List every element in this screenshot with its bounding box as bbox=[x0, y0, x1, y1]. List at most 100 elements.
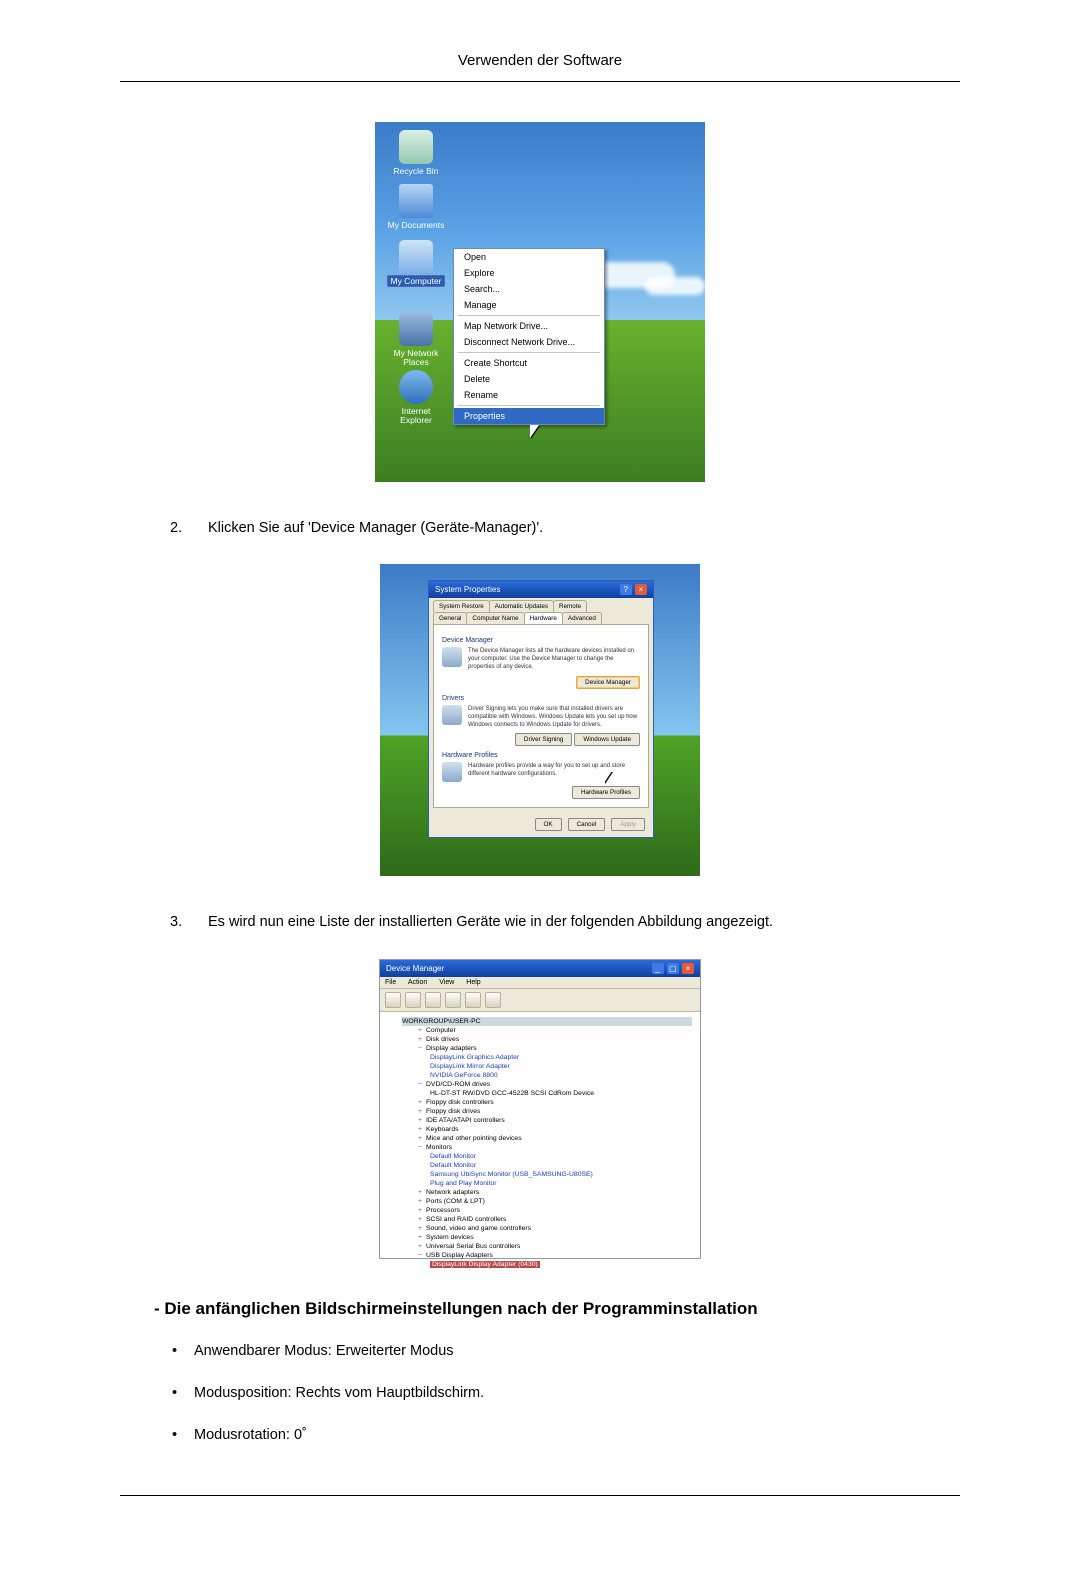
minimize-button[interactable]: _ bbox=[652, 963, 664, 974]
toolbar-refresh-icon[interactable] bbox=[465, 992, 481, 1008]
tree-floppy-ctrl[interactable]: +Floppy disk controllers bbox=[416, 1098, 692, 1107]
menu-item-create-shortcut[interactable]: Create Shortcut bbox=[454, 355, 604, 371]
tree-item[interactable]: HL-DT-ST RW/DVD GCC-4522B SCSI CdRom Dev… bbox=[430, 1089, 692, 1098]
tree-computer[interactable]: +Computer bbox=[416, 1026, 692, 1035]
folder-icon bbox=[399, 184, 433, 218]
menu-action[interactable]: Action bbox=[408, 979, 427, 986]
tree-dvd[interactable]: −DVD/CD-ROM drives bbox=[416, 1080, 692, 1089]
windows-update-button[interactable]: Windows Update bbox=[574, 733, 640, 746]
tree-usb-ctrl[interactable]: +Universal Serial Bus controllers bbox=[416, 1242, 692, 1251]
tab-advanced[interactable]: Advanced bbox=[562, 612, 602, 624]
hardware-profiles-button[interactable]: Hardware Profiles bbox=[572, 786, 640, 799]
icon-internet-explorer: Internet Explorer bbox=[385, 370, 447, 426]
tree-item[interactable]: DisplayLink Graphics Adapter bbox=[430, 1053, 692, 1062]
tab-general[interactable]: General bbox=[433, 612, 467, 624]
tree-system[interactable]: +System devices bbox=[416, 1233, 692, 1242]
screenshot-system-properties: System Properties ? × System Restore Aut… bbox=[380, 564, 700, 876]
menu-view[interactable]: View bbox=[439, 979, 454, 986]
icon-my-documents: My Documents bbox=[385, 184, 447, 230]
tree-floppy[interactable]: +Floppy disk drives bbox=[416, 1107, 692, 1116]
tree-item-selected[interactable]: DisplayLink Display Adapter (0430) bbox=[430, 1260, 692, 1269]
icon-label: My Network Places bbox=[394, 348, 439, 367]
apply-button[interactable]: Apply bbox=[611, 818, 645, 831]
tab-remote[interactable]: Remote bbox=[553, 600, 587, 612]
ie-icon bbox=[399, 370, 433, 404]
device-manager-title-text: Device Manager bbox=[386, 964, 444, 973]
tree-item[interactable]: Plug and Play Monitor bbox=[430, 1179, 692, 1188]
tree-item[interactable]: Default Monitor bbox=[430, 1152, 692, 1161]
icon-my-computer: My Computer bbox=[385, 240, 447, 286]
menu-item-map-drive[interactable]: Map Network Drive... bbox=[454, 318, 604, 334]
tree-item[interactable]: NVIDIA GeForce 8800 bbox=[430, 1071, 692, 1080]
close-button[interactable]: × bbox=[682, 963, 694, 974]
icon-recycle-bin: Recycle Bin bbox=[385, 130, 447, 176]
drivers-icon bbox=[442, 705, 462, 725]
tree-scsi[interactable]: +SCSI and RAID controllers bbox=[416, 1215, 692, 1224]
tree-ide[interactable]: +IDE ATA/ATAPI controllers bbox=[416, 1116, 692, 1125]
cancel-button[interactable]: Cancel bbox=[568, 818, 606, 831]
hardware-profiles-icon bbox=[442, 762, 462, 782]
driver-signing-button[interactable]: Driver Signing bbox=[515, 733, 573, 746]
menu-separator bbox=[458, 315, 600, 316]
tab-hardware[interactable]: Hardware bbox=[524, 612, 563, 624]
step-number: 3. bbox=[170, 912, 190, 932]
close-button[interactable]: × bbox=[635, 584, 647, 595]
toolbar-back-icon[interactable] bbox=[385, 992, 401, 1008]
menu-separator bbox=[458, 352, 600, 353]
step-text: Klicken Sie auf 'Device Manager (Geräte-… bbox=[208, 518, 543, 538]
device-tree: WORKGROUP\USER-PC +Computer +Disk drives… bbox=[380, 1012, 700, 1274]
section-drivers-title: Drivers bbox=[442, 695, 640, 702]
icon-label: Recycle Bin bbox=[394, 166, 439, 176]
tab-strip: System Restore Automatic Updates Remote … bbox=[429, 598, 653, 624]
tree-disk-drives[interactable]: +Disk drives bbox=[416, 1035, 692, 1044]
dialog-title-text: System Properties bbox=[435, 585, 500, 594]
tree-usb-display[interactable]: −USB Display Adapters bbox=[416, 1251, 692, 1260]
menu-item-delete[interactable]: Delete bbox=[454, 371, 604, 387]
page-title: Verwenden der Software bbox=[120, 40, 960, 82]
menu-item-explore[interactable]: Explore bbox=[454, 265, 604, 281]
menu-file[interactable]: File bbox=[385, 979, 396, 986]
tree-processors[interactable]: +Processors bbox=[416, 1206, 692, 1215]
footer-rule bbox=[120, 1495, 960, 1496]
section-heading: - Die anfänglichen Bildschirmeinstellung… bbox=[154, 1299, 960, 1319]
recycle-bin-icon bbox=[399, 130, 433, 164]
menu-item-properties[interactable]: Properties bbox=[454, 408, 604, 424]
menu-separator bbox=[458, 405, 600, 406]
tree-display-adapters[interactable]: −Display adapters bbox=[416, 1044, 692, 1053]
tab-system-restore[interactable]: System Restore bbox=[433, 600, 490, 612]
tree-network[interactable]: +Network adapters bbox=[416, 1188, 692, 1197]
tree-item[interactable]: Default Monitor bbox=[430, 1161, 692, 1170]
toolbar-properties-icon[interactable] bbox=[485, 992, 501, 1008]
tree-root[interactable]: WORKGROUP\USER-PC bbox=[402, 1017, 692, 1026]
menu-item-manage[interactable]: Manage bbox=[454, 297, 604, 313]
maximize-button[interactable]: ▢ bbox=[667, 963, 679, 974]
menu-item-open[interactable]: Open bbox=[454, 249, 604, 265]
step-3: 3. Es wird nun eine Liste der installier… bbox=[170, 912, 960, 932]
cursor-icon bbox=[604, 771, 616, 787]
ok-button[interactable]: OK bbox=[535, 818, 562, 831]
tree-ports[interactable]: +Ports (COM & LPT) bbox=[416, 1197, 692, 1206]
toolbar-forward-icon[interactable] bbox=[405, 992, 421, 1008]
tree-monitors[interactable]: −Monitors bbox=[416, 1143, 692, 1152]
tree-mice[interactable]: +Mice and other pointing devices bbox=[416, 1134, 692, 1143]
tree-item[interactable]: DisplayLink Mirror Adapter bbox=[430, 1062, 692, 1071]
toolbar-view-icon[interactable] bbox=[425, 992, 441, 1008]
toolbar-print-icon[interactable] bbox=[445, 992, 461, 1008]
tree-sound[interactable]: +Sound, video and game controllers bbox=[416, 1224, 692, 1233]
menu-item-rename[interactable]: Rename bbox=[454, 387, 604, 403]
icon-network-places: My Network Places bbox=[385, 312, 447, 368]
menu-item-disconnect-drive[interactable]: Disconnect Network Drive... bbox=[454, 334, 604, 350]
tab-computer-name[interactable]: Computer Name bbox=[466, 612, 524, 624]
menu-help[interactable]: Help bbox=[466, 979, 480, 986]
device-manager-button[interactable]: Device Manager bbox=[576, 676, 640, 689]
screenshot-desktop-context-menu: Recycle Bin My Documents My Computer My … bbox=[375, 122, 705, 482]
menubar: File Action View Help bbox=[380, 977, 700, 989]
tree-item[interactable]: Samsung UbiSync Monitor (USB_SAMSUNG-U80… bbox=[430, 1170, 692, 1179]
section-hardware-profiles-title: Hardware Profiles bbox=[442, 752, 640, 759]
bullet-item: Modusposition: Rechts vom Hauptbildschir… bbox=[194, 1385, 960, 1427]
menu-item-search[interactable]: Search... bbox=[454, 281, 604, 297]
drivers-desc: Driver Signing lets you make sure that i… bbox=[468, 705, 640, 729]
help-button[interactable]: ? bbox=[620, 584, 632, 595]
tree-keyboards[interactable]: +Keyboards bbox=[416, 1125, 692, 1134]
tab-automatic-updates[interactable]: Automatic Updates bbox=[489, 600, 554, 612]
